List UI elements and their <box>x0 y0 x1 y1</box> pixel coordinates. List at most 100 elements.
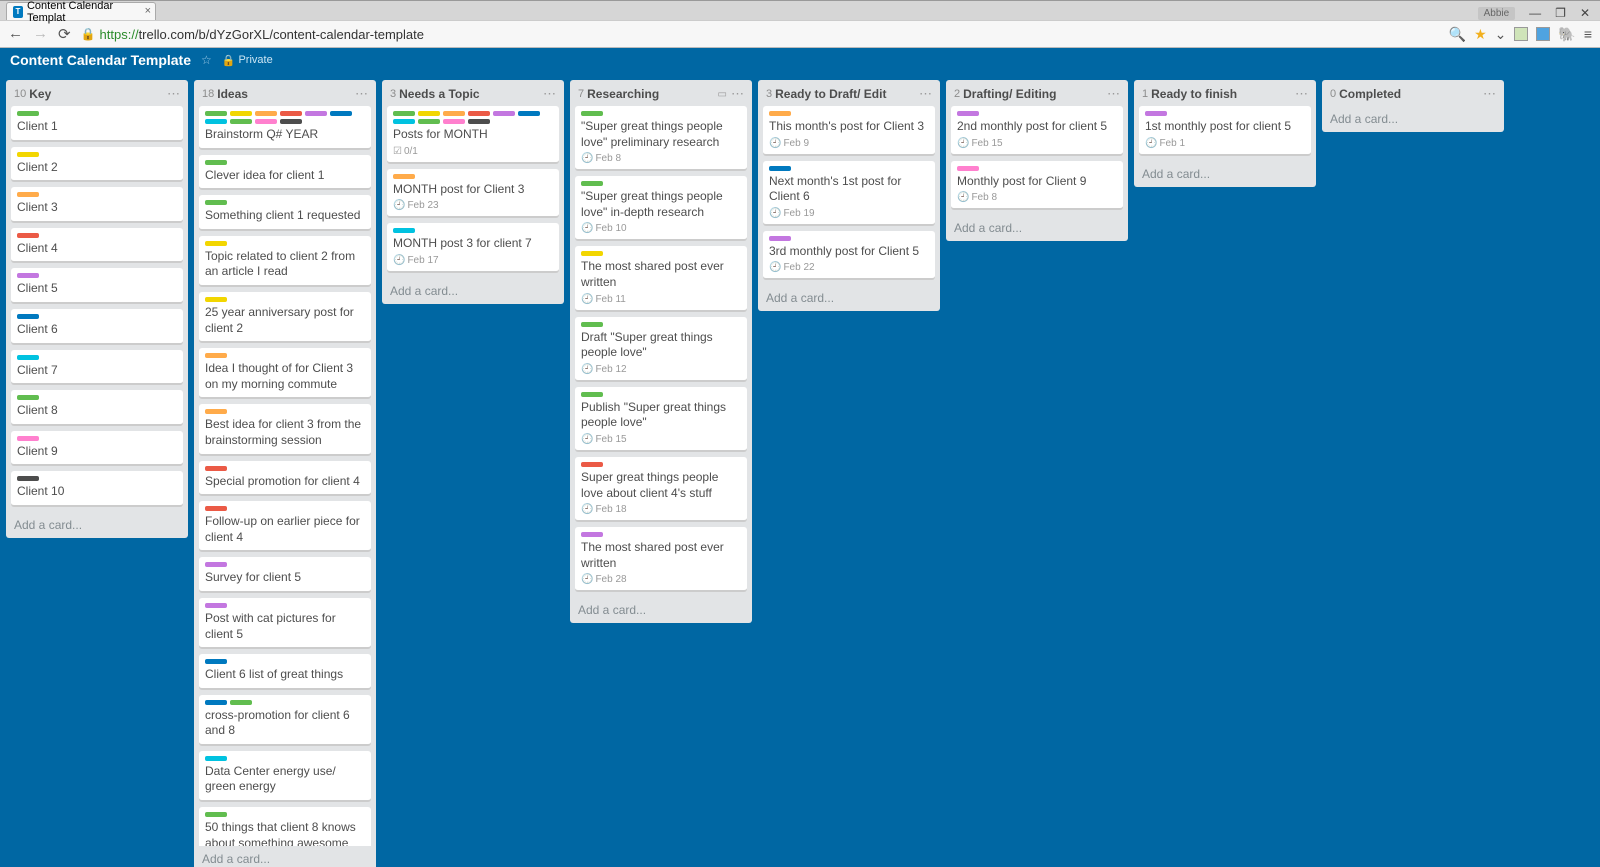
card[interactable]: Super great things people love about cli… <box>575 457 747 521</box>
clock-icon: 🕘 <box>769 138 781 149</box>
reload-icon[interactable]: ⟳ <box>58 25 71 43</box>
add-card-button[interactable]: Add a card... <box>946 215 1128 241</box>
list-menu-icon[interactable]: ⋯ <box>919 86 932 102</box>
chrome-menu-icon[interactable]: ≡ <box>1584 26 1592 42</box>
card[interactable]: "Super great things people love" in-dept… <box>575 176 747 240</box>
list-menu-icon[interactable]: ⋯ <box>543 86 556 102</box>
card[interactable]: Something client 1 requested <box>199 195 371 230</box>
close-tab-icon[interactable]: × <box>145 5 151 17</box>
label-blue <box>330 111 352 116</box>
card[interactable]: Client 4 <box>11 228 183 263</box>
add-card-button[interactable]: Add a card... <box>194 846 376 867</box>
bookmark-star-icon[interactable]: ★ <box>1474 26 1487 43</box>
list-header[interactable]: 0Completed⋯ <box>1322 80 1504 106</box>
card[interactable]: MONTH post for Client 3🕘Feb 23 <box>387 169 559 218</box>
card[interactable]: Clever idea for client 1 <box>199 155 371 190</box>
add-card-button[interactable]: Add a card... <box>758 285 940 311</box>
card[interactable]: This month's post for Client 3🕘Feb 9 <box>763 106 935 155</box>
list-count: 7 <box>578 88 584 100</box>
minimize-icon[interactable]: — <box>1529 6 1541 20</box>
list-header[interactable]: 3Needs a Topic⋯ <box>382 80 564 106</box>
list-menu-icon[interactable]: ⋯ <box>1107 86 1120 102</box>
list-menu-icon[interactable]: ⋯ <box>1295 86 1308 102</box>
browser-tab[interactable]: T Content Calendar Templat × <box>6 2 156 20</box>
address-bar[interactable]: 🔒 https://trello.com/b/dYzGorXL/content-… <box>81 27 1439 42</box>
list-header[interactable]: 2Drafting/ Editing⋯ <box>946 80 1128 106</box>
card[interactable]: Monthly post for Client 9🕘Feb 8 <box>951 161 1123 210</box>
board-title[interactable]: Content Calendar Template <box>10 52 191 68</box>
star-board-icon[interactable]: ☆ <box>201 53 212 67</box>
card[interactable]: Follow-up on earlier piece for client 4 <box>199 501 371 551</box>
list-title: Drafting/ Editing <box>963 87 1107 101</box>
add-card-button[interactable]: Add a card... <box>382 278 564 304</box>
pocket-icon[interactable]: ⌄ <box>1495 26 1507 43</box>
add-card-button[interactable]: Add a card... <box>6 512 188 538</box>
card[interactable]: Brainstorm Q# YEAR <box>199 106 371 149</box>
extension-3-icon[interactable]: 🐘 <box>1558 26 1575 43</box>
card[interactable]: 25 year anniversary post for client 2 <box>199 292 371 342</box>
card[interactable]: Client 1 <box>11 106 183 141</box>
card[interactable]: 1st monthly post for client 5🕘Feb 1 <box>1139 106 1311 155</box>
card[interactable]: 50 things that client 8 knows about some… <box>199 807 371 846</box>
list-header[interactable]: 7Researching▭⋯ <box>570 80 752 106</box>
extension-2-icon[interactable] <box>1536 27 1550 41</box>
cards-container: This month's post for Client 3🕘Feb 9 Next… <box>758 106 940 285</box>
card[interactable]: Client 3 <box>11 187 183 222</box>
list: 2Drafting/ Editing⋯2nd monthly post for … <box>946 80 1128 241</box>
list-menu-icon[interactable]: ⋯ <box>1483 86 1496 102</box>
browser-profile-badge[interactable]: Abbie <box>1478 7 1516 20</box>
list-header[interactable]: 1Ready to finish⋯ <box>1134 80 1316 106</box>
back-icon[interactable]: ← <box>8 25 23 43</box>
zoom-icon[interactable]: 🔍 <box>1449 26 1466 43</box>
card[interactable]: Topic related to client 2 from an articl… <box>199 236 371 286</box>
card[interactable]: 2nd monthly post for client 5🕘Feb 15 <box>951 106 1123 155</box>
card-labels <box>393 111 553 124</box>
add-card-button[interactable]: Add a card... <box>1134 161 1316 187</box>
forward-icon[interactable]: → <box>33 25 48 43</box>
card-labels <box>581 322 741 327</box>
clock-icon: 🕘 <box>1145 138 1157 149</box>
card[interactable]: Best idea for client 3 from the brainsto… <box>199 404 371 454</box>
list-header[interactable]: 3Ready to Draft/ Edit⋯ <box>758 80 940 106</box>
card[interactable]: Next month's 1st post for Client 6🕘Feb 1… <box>763 161 935 225</box>
list-menu-icon[interactable]: ⋯ <box>731 86 744 102</box>
window-controls: Abbie — ❐ ✕ <box>1478 6 1600 20</box>
list-menu-icon[interactable]: ⋯ <box>167 86 180 102</box>
maximize-icon[interactable]: ❐ <box>1555 6 1566 20</box>
card[interactable]: Client 9 <box>11 431 183 466</box>
card[interactable]: Survey for client 5 <box>199 557 371 592</box>
card[interactable]: Publish "Super great things people love"… <box>575 387 747 451</box>
card[interactable]: Client 6 <box>11 309 183 344</box>
list-header[interactable]: 10Key⋯ <box>6 80 188 106</box>
card[interactable]: Client 5 <box>11 268 183 303</box>
add-card-button[interactable]: Add a card... <box>1322 106 1504 132</box>
board-visibility[interactable]: 🔒 Private <box>222 54 273 67</box>
card[interactable]: Idea I thought of for Client 3 on my mor… <box>199 348 371 398</box>
card[interactable]: Posts for MONTH☑0/1 <box>387 106 559 163</box>
card-badges: 🕘Feb 9 <box>769 138 929 149</box>
label-yellow <box>205 297 227 302</box>
list-header[interactable]: 18Ideas⋯ <box>194 80 376 106</box>
card[interactable]: MONTH post 3 for client 7🕘Feb 17 <box>387 223 559 272</box>
card[interactable]: Client 2 <box>11 147 183 182</box>
card[interactable]: The most shared post ever written🕘Feb 28 <box>575 527 747 591</box>
card[interactable]: Post with cat pictures for client 5 <box>199 598 371 648</box>
close-window-icon[interactable]: ✕ <box>1580 6 1590 20</box>
card[interactable]: "Super great things people love" prelimi… <box>575 106 747 170</box>
card[interactable]: Client 10 <box>11 471 183 506</box>
board-canvas[interactable]: 10Key⋯Client 1 Client 2 Client 3 Client 4 Cl… <box>0 72 1600 867</box>
card[interactable]: Data Center energy use/ green energy <box>199 751 371 801</box>
card-labels <box>581 111 741 116</box>
card[interactable]: Client 8 <box>11 390 183 425</box>
card[interactable]: cross-promotion for client 6 and 8 <box>199 695 371 745</box>
card[interactable]: Special promotion for client 4 <box>199 461 371 496</box>
card[interactable]: The most shared post ever written🕘Feb 11 <box>575 246 747 310</box>
card[interactable]: Client 6 list of great things <box>199 654 371 689</box>
list-menu-icon[interactable]: ⋯ <box>355 86 368 102</box>
add-card-button[interactable]: Add a card... <box>570 597 752 623</box>
label-orange <box>205 353 227 358</box>
card[interactable]: Draft "Super great things people love"🕘F… <box>575 317 747 381</box>
card[interactable]: 3rd monthly post for Client 5🕘Feb 22 <box>763 231 935 280</box>
card[interactable]: Client 7 <box>11 350 183 385</box>
extension-1-icon[interactable] <box>1514 27 1528 41</box>
